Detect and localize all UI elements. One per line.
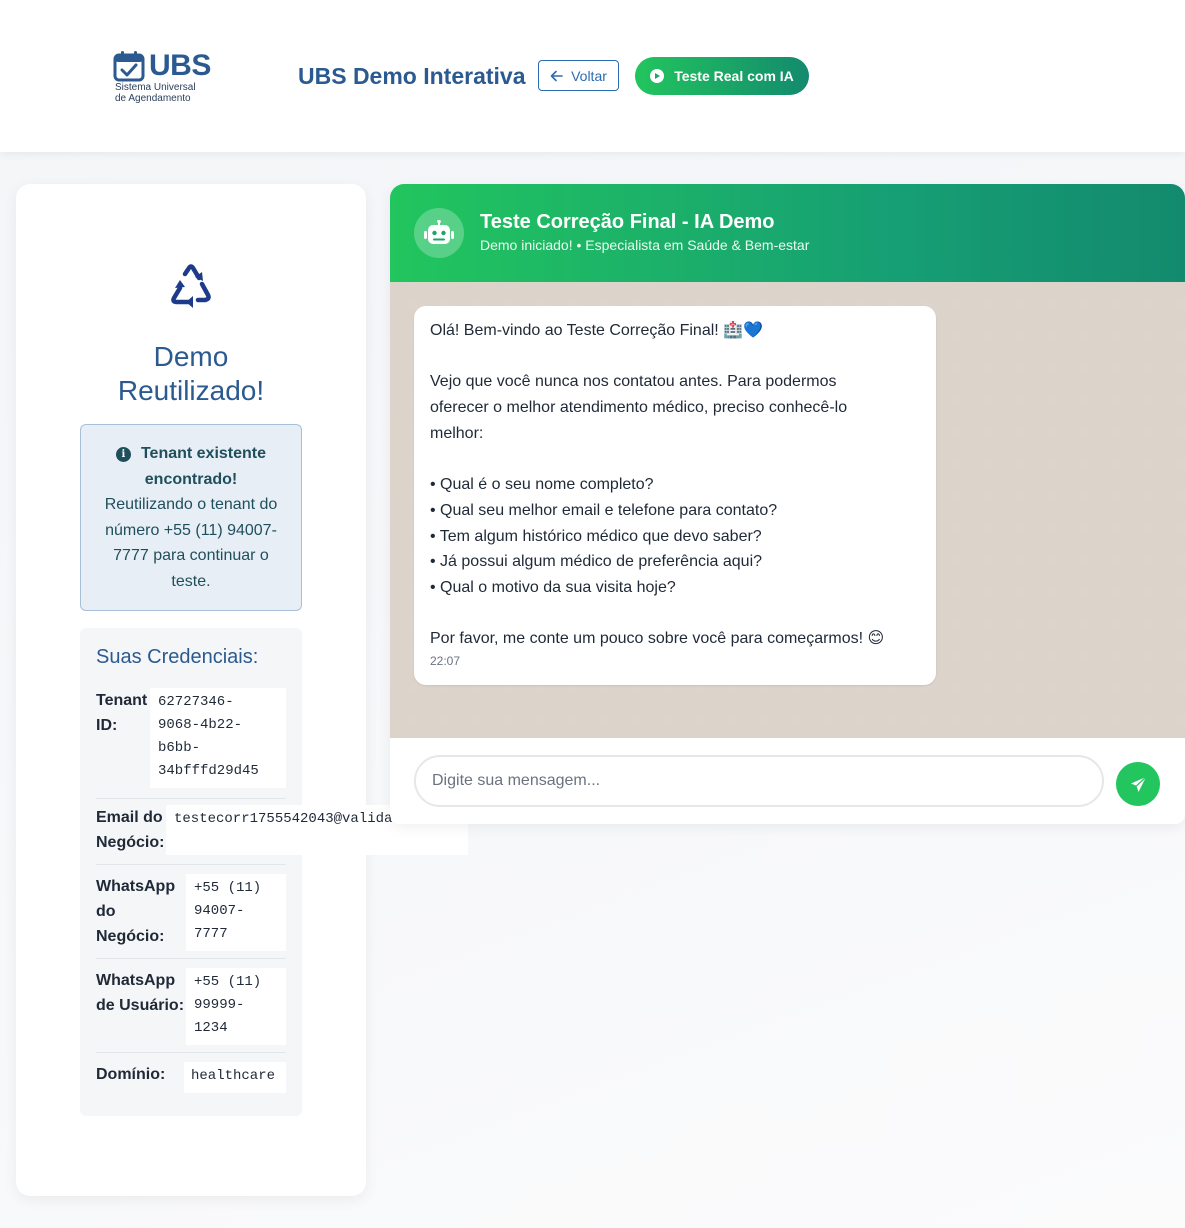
demo-title-line2: Reutilizado!	[117, 375, 265, 406]
real-test-button[interactable]: Teste Real com IA	[635, 57, 809, 95]
chat-subtitle: Demo iniciado! • Especialista em Saúde &…	[480, 237, 810, 253]
tenant-id-row: Tenant ID: 62727346- 9068-4b22- b6bb- 34…	[96, 688, 286, 792]
info-icon: i	[115, 447, 131, 462]
business-whatsapp-label: WhatsApp do Negócio:	[96, 874, 175, 949]
message-input[interactable]	[414, 755, 1104, 807]
user-whatsapp-value-2: 99999-	[194, 997, 245, 1013]
robot-icon	[424, 220, 454, 244]
divider	[96, 1052, 286, 1053]
divider	[96, 958, 286, 959]
user-whatsapp-row: WhatsApp de Usuário: +55 (11) 99999- 123…	[96, 968, 286, 1048]
tenant-id-label: Tenant ID:	[96, 688, 147, 738]
logo-text: UBS	[149, 49, 211, 82]
message-line: • Tem algum histórico médico que devo sa…	[430, 527, 762, 545]
email-label-1: Email do	[96, 809, 163, 826]
business-whatsapp-row: WhatsApp do Negócio: +55 (11) 94007- 777…	[96, 874, 286, 954]
alert-title: i Tenant existente	[95, 441, 287, 467]
business-whatsapp-label-1: WhatsApp	[96, 878, 176, 895]
message-line: oferecer o melhor atendimento médico, pr…	[430, 399, 848, 417]
tenant-id-label-2: ID:	[96, 717, 118, 734]
tenant-info-alert: i Tenant existente encontrado! Reutilizan…	[80, 424, 302, 611]
message-line: Por favor, me conte um pouco sobre você …	[430, 630, 885, 648]
tenant-id-label-1: Tenant	[96, 692, 148, 709]
demo-title: Demo Reutilizado!	[16, 340, 366, 408]
message-line: Vejo que você nunca nos contatou antes. …	[430, 373, 837, 391]
alert-text: Reutilizando o tenant do número +55 (11)…	[104, 496, 278, 590]
domain-label: Domínio:	[96, 1066, 166, 1083]
ubs-logo[interactable]: UBS Sistema Universal de Agendamento	[113, 50, 223, 110]
top-header: UBS Sistema Universal de Agendamento UBS…	[0, 0, 1185, 152]
back-button[interactable]: Voltar	[538, 60, 619, 91]
message-line: • Qual é o seu nome completo?	[430, 476, 654, 494]
business-whatsapp-value[interactable]: +55 (11) 94007- 7777	[186, 874, 286, 951]
divider	[96, 864, 286, 865]
arrow-left-icon	[550, 70, 563, 81]
user-whatsapp-value-3: 1234	[194, 1020, 228, 1036]
play-icon	[650, 69, 665, 83]
message-line: melhor:	[430, 424, 484, 442]
message-composer	[390, 738, 1185, 824]
message-line: • Qual o motivo da sua visita hoje?	[430, 579, 676, 597]
logo-subtitle-2: de Agendamento	[115, 93, 191, 104]
user-whatsapp-value-1: +55 (11)	[194, 974, 262, 990]
demo-title-line1: Demo	[153, 341, 229, 372]
send-icon	[1130, 776, 1146, 792]
email-row: Email do Negócio: testecorr1755542043@va…	[96, 805, 468, 859]
domain-row: Domínio: healthcare	[96, 1062, 286, 1096]
credentials-title: Suas Credenciais:	[96, 646, 259, 668]
real-test-button-label: Teste Real com IA	[674, 68, 794, 84]
credentials-panel: Suas Credenciais: Tenant ID: 62727346- 9…	[80, 628, 468, 1116]
alert-title-2: encontrado!	[144, 470, 238, 488]
domain-value[interactable]: healthcare	[184, 1062, 286, 1093]
demo-status-card: Demo Reutilizado! i Tenant existente enco…	[16, 184, 468, 1196]
message-line: Olá! Bem-vindo ao Teste Correção Final! …	[430, 322, 764, 339]
message-timestamp: 22:07	[430, 654, 461, 668]
tenant-id-value-2: 9068-4b22-	[158, 717, 243, 733]
message-line	[430, 601, 920, 627]
tenant-id-value-4: 34bfffd29d45	[158, 763, 259, 779]
email-label-2: Negócio:	[96, 834, 165, 851]
message-line: • Já possui algum médico de preferência …	[430, 553, 763, 571]
user-whatsapp-label-2: de Usuário:	[96, 997, 185, 1014]
business-whatsapp-value-3: 7777	[194, 926, 228, 942]
tenant-id-value[interactable]: 62727346- 9068-4b22- b6bb- 34bfffd29d45	[150, 688, 286, 788]
message-line	[430, 344, 920, 370]
chat-panel: Teste Correção Final - IA Demo Demo inic…	[390, 184, 1185, 824]
business-whatsapp-value-2: 94007-	[194, 903, 245, 919]
calendar-check-icon	[113, 51, 145, 82]
logo-subtitle-1: Sistema Universal	[115, 82, 196, 93]
business-whatsapp-label-2: do	[96, 903, 116, 920]
alert-title-1: Tenant existente	[140, 445, 267, 462]
tenant-id-value-1: 62727346-	[158, 694, 234, 710]
bot-avatar	[414, 208, 464, 258]
user-whatsapp-label-1: WhatsApp	[96, 972, 176, 989]
bot-message-bubble: Olá! Bem-vindo ao Teste Correção Final! …	[414, 306, 936, 685]
email-label: Email do Negócio:	[96, 805, 164, 855]
divider	[96, 798, 286, 799]
page-title: UBS Demo Interativa	[298, 63, 526, 89]
send-button[interactable]	[1116, 762, 1160, 806]
tenant-id-value-3: b6bb-	[158, 740, 201, 756]
back-button-label: Voltar	[571, 67, 607, 84]
user-whatsapp-label: WhatsApp de Usuário:	[96, 968, 184, 1018]
message-line	[430, 447, 920, 473]
chat-title: Teste Correção Final - IA Demo	[480, 211, 775, 233]
user-whatsapp-value[interactable]: +55 (11) 99999- 1234	[186, 968, 286, 1045]
chat-messages-area[interactable]: Olá! Bem-vindo ao Teste Correção Final! …	[390, 282, 1185, 738]
chat-header: Teste Correção Final - IA Demo Demo inic…	[390, 184, 1185, 282]
recycle-icon	[171, 264, 211, 308]
message-line: • Qual seu melhor email e telefone para …	[430, 501, 778, 519]
business-whatsapp-label-3: Negócio:	[96, 928, 165, 945]
business-whatsapp-value-1: +55 (11)	[194, 880, 262, 896]
